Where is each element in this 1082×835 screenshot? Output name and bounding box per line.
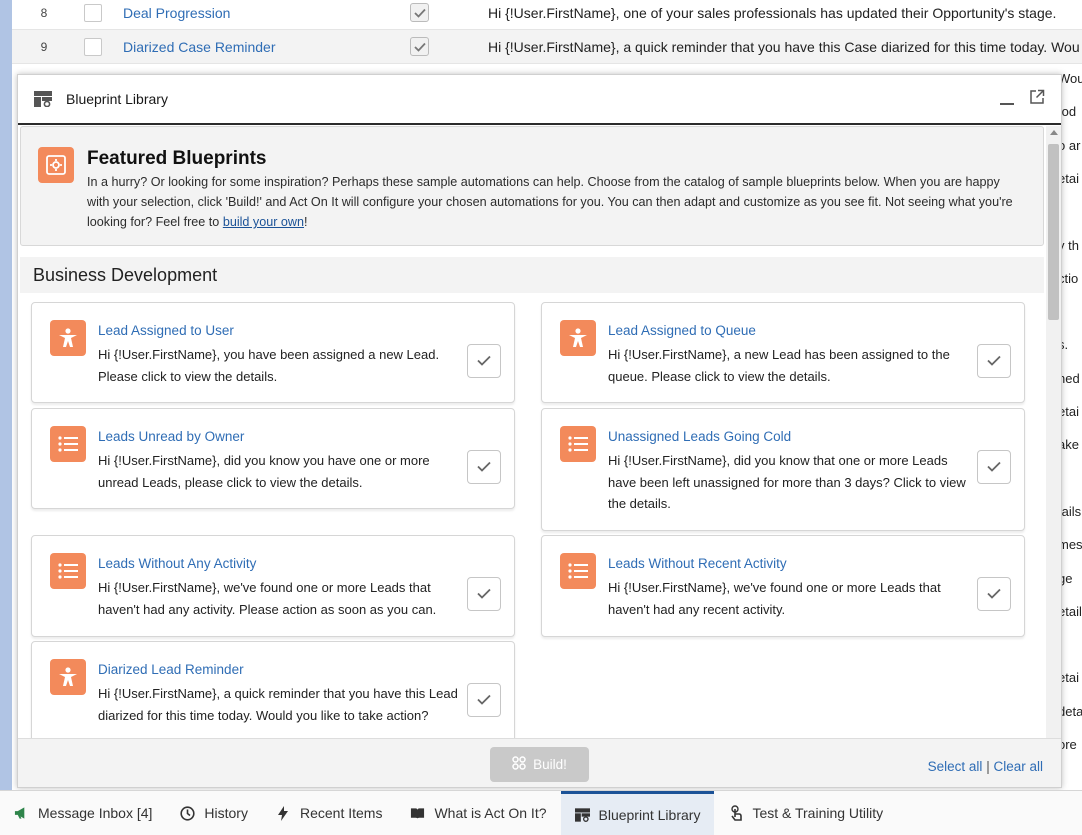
clear-all-link[interactable]: Clear all <box>993 759 1043 774</box>
list-icon <box>50 426 86 462</box>
row-active-checkbox <box>410 3 429 22</box>
blueprint-card-description: Hi {!User.FirstName}, a new Lead has bee… <box>608 347 950 384</box>
utility-item-label: Recent Items <box>299 805 383 821</box>
utility-item-recent-items[interactable]: Recent Items <box>262 791 396 835</box>
link-separator: | <box>986 759 990 774</box>
utility-item-label: Message Inbox [4] <box>38 805 153 821</box>
blueprint-icon <box>34 91 52 108</box>
blueprint-select-checkbox[interactable] <box>977 577 1011 611</box>
book-icon <box>410 806 425 821</box>
scrollbar-thumb[interactable] <box>1048 144 1059 320</box>
build-icon <box>512 756 526 773</box>
row-checkbox[interactable] <box>84 37 102 56</box>
blueprint-select-checkbox[interactable] <box>977 344 1011 378</box>
blueprint-card-title[interactable]: Lead Assigned to User <box>98 323 234 338</box>
blueprint-library-modal: Blueprint Library Featured Blueprints In… <box>17 74 1062 788</box>
utility-item-what-is-act-on-it[interactable]: What is Act On It? <box>396 791 560 835</box>
blueprint-card[interactable]: Leads Unread by Owner Hi {!User.FirstName… <box>31 408 515 509</box>
utility-item-test-training-utility[interactable]: Test & Training Utility <box>714 791 897 835</box>
utility-item-label: History <box>204 805 248 821</box>
utility-item-message-inbox-4[interactable]: Message Inbox [4] <box>0 791 166 835</box>
utility-item-label: Test & Training Utility <box>752 805 884 821</box>
blueprint-card-title[interactable]: Leads Without Any Activity <box>98 556 256 571</box>
build-your-own-link[interactable]: build your own <box>223 215 304 229</box>
list-icon <box>50 553 86 589</box>
row-name-link[interactable]: Deal Progression <box>123 5 230 21</box>
blueprint-card[interactable]: Diarized Lead Reminder Hi {!User.FirstNam… <box>31 641 515 738</box>
person-icon <box>50 320 86 356</box>
blueprint-card-title[interactable]: Leads Without Recent Activity <box>608 556 787 571</box>
check-icon <box>477 587 491 602</box>
blueprint-card-title[interactable]: Diarized Lead Reminder <box>98 662 244 677</box>
modal-scrollbar[interactable] <box>1046 126 1061 738</box>
blueprint-select-checkbox[interactable] <box>977 450 1011 484</box>
person-icon <box>560 320 596 356</box>
minimize-button[interactable] <box>999 89 1015 107</box>
modal-footer: Build! Select all | Clear all <box>18 738 1061 787</box>
list-icon <box>560 426 596 462</box>
check-icon <box>987 587 1001 602</box>
blueprint-card-title[interactable]: Unassigned Leads Going Cold <box>608 429 791 444</box>
row-number: 9 <box>40 39 48 54</box>
bolt-icon <box>276 805 291 821</box>
featured-description-end: ! <box>304 215 308 229</box>
build-label: Build! <box>533 757 567 772</box>
utility-bar: Message Inbox [4] History Recent Items What… <box>0 790 1082 835</box>
modal-body[interactable]: Featured Blueprints In a hurry? Or looki… <box>18 126 1061 738</box>
blueprint-card[interactable]: Leads Without Recent Activity Hi {!User.F… <box>541 535 1025 637</box>
popout-button[interactable] <box>1029 89 1045 105</box>
blueprint-card-description: Hi {!User.FirstName}, you have been assi… <box>98 347 440 384</box>
blueprint-card-description: Hi {!User.FirstName}, a quick reminder t… <box>98 686 458 723</box>
row-active-checkbox <box>410 37 429 56</box>
select-all-link[interactable]: Select all <box>928 759 983 774</box>
blueprint-card-description: Hi {!User.FirstName}, we've found one or… <box>98 580 437 617</box>
blueprint-card[interactable]: Lead Assigned to User Hi {!User.FirstName… <box>31 302 515 403</box>
row-number: 8 <box>40 5 48 20</box>
person-icon <box>50 659 86 695</box>
utility-item-blueprint-library[interactable]: Blueprint Library <box>560 790 715 835</box>
blueprint-icon <box>574 807 590 822</box>
section-title: Business Development <box>20 257 1044 293</box>
modal-title: Blueprint Library <box>66 91 168 107</box>
check-icon <box>987 460 1001 475</box>
blueprint-select-checkbox[interactable] <box>467 344 501 378</box>
table-row[interactable]: 8 Deal Progression Hi {!User.FirstName},… <box>12 0 1082 30</box>
blueprint-select-checkbox[interactable] <box>467 577 501 611</box>
blueprint-card[interactable]: Unassigned Leads Going Cold Hi {!User.Fir… <box>541 408 1025 531</box>
row-checkbox[interactable] <box>84 3 102 22</box>
row-name-link[interactable]: Diarized Case Reminder <box>123 39 276 55</box>
check-icon <box>477 354 491 369</box>
table-row[interactable]: 9 Diarized Case Reminder Hi {!User.First… <box>12 30 1082 64</box>
blueprint-card[interactable]: Leads Without Any Activity Hi {!User.Firs… <box>31 535 515 637</box>
blueprint-card-description: Hi {!User.FirstName}, did you know that … <box>608 453 966 511</box>
blueprint-select-checkbox[interactable] <box>467 450 501 484</box>
row-message: Hi {!User.FirstName}, one of your sales … <box>488 4 1057 21</box>
blueprint-settings-icon <box>38 147 74 183</box>
featured-title: Featured Blueprints <box>87 148 267 169</box>
blueprint-card-title[interactable]: Lead Assigned to Queue <box>608 323 756 338</box>
featured-blueprints-panel: Featured Blueprints In a hurry? Or looki… <box>20 126 1044 246</box>
modal-header: Blueprint Library <box>18 75 1061 125</box>
touch-icon <box>728 805 743 821</box>
left-edge-strip <box>0 0 12 790</box>
blueprint-card-description: Hi {!User.FirstName}, did you know you h… <box>98 453 430 490</box>
utility-item-history[interactable]: History <box>166 791 262 835</box>
utility-item-label: Blueprint Library <box>598 806 701 823</box>
blueprint-card[interactable]: Lead Assigned to Queue Hi {!User.FirstNam… <box>541 302 1025 403</box>
clock-icon <box>180 805 196 821</box>
check-icon <box>987 354 1001 369</box>
selection-links: Select all | Clear all <box>928 759 1043 774</box>
blueprint-card-title[interactable]: Leads Unread by Owner <box>98 429 244 444</box>
row-message: Hi {!User.FirstName}, a quick reminder t… <box>488 38 1080 55</box>
featured-description: In a hurry? Or looking for some inspirat… <box>87 172 1017 232</box>
build-button[interactable]: Build! <box>490 747 589 782</box>
utility-item-label: What is Act On It? <box>434 805 547 821</box>
megaphone-icon <box>14 806 29 821</box>
check-icon <box>477 693 491 708</box>
check-icon <box>477 460 491 475</box>
blueprint-card-description: Hi {!User.FirstName}, we've found one or… <box>608 580 941 617</box>
list-icon <box>560 553 596 589</box>
blueprint-select-checkbox[interactable] <box>467 683 501 717</box>
scroll-up-arrow[interactable] <box>1050 130 1058 135</box>
